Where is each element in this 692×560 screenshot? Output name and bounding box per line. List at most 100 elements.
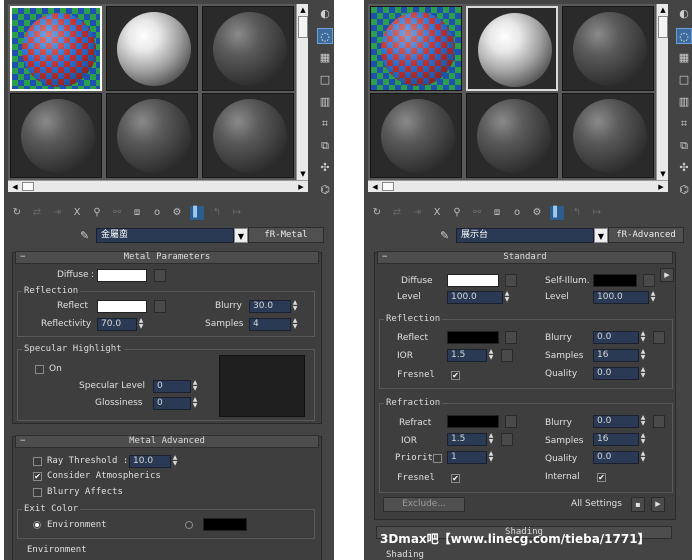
material-navigator-icon[interactable]: ⌬ (317, 182, 333, 198)
refr-ior-map-button[interactable] (501, 433, 513, 446)
internal-checkbox[interactable]: ✔ (597, 473, 606, 482)
background-checker-icon[interactable]: ▦ (317, 50, 333, 66)
scroll-right-icon[interactable]: ▶ (656, 182, 666, 192)
make-unique-icon[interactable]: ⚯ (470, 206, 484, 220)
scroll-up-icon[interactable]: ▲ (658, 5, 668, 15)
spinner-arrows-icon[interactable]: ▲ ▼ (291, 300, 299, 313)
ray-threshold-checkbox[interactable] (33, 457, 42, 466)
spinner-arrows-icon[interactable]: ▲ ▼ (503, 291, 511, 304)
show-map-icon[interactable]: ⚙ (530, 206, 544, 220)
sample-slot-1[interactable] (10, 6, 102, 91)
sample-slot-3[interactable] (562, 6, 654, 91)
environment-radio[interactable] (33, 521, 41, 529)
refr-samples-spinner[interactable]: 16 ▲ ▼ (593, 433, 645, 446)
refl-blurry-spinner[interactable]: 0.0 ▲ ▼ (593, 331, 645, 344)
sample-slot-5[interactable] (106, 93, 198, 178)
sample-slot-1[interactable] (370, 6, 462, 91)
reflect-color-swatch[interactable] (447, 331, 499, 344)
background-checker-icon[interactable]: ▦ (676, 50, 692, 66)
spinner-arrows-icon[interactable]: ▲ ▼ (639, 367, 647, 380)
get-material-icon[interactable]: ↻ (10, 206, 24, 220)
put-to-scene-icon[interactable]: ⇄ (390, 206, 404, 220)
scroll-down-icon[interactable]: ▼ (298, 169, 308, 179)
spinner-arrows-icon[interactable]: ▲ ▼ (191, 380, 199, 393)
scroll-left-icon[interactable]: ◀ (10, 182, 20, 192)
refl-fresnel-checkbox[interactable]: ✔ (451, 371, 460, 380)
make-copy-icon[interactable]: ⚲ (90, 206, 104, 220)
scroll-thumb[interactable] (382, 182, 394, 191)
diffuse-map-button[interactable] (154, 269, 166, 282)
glossiness-spinner[interactable]: 0 ▲ ▼ (153, 397, 197, 410)
vertical-scrollbar[interactable]: ▲ ▼ (296, 4, 308, 180)
sample-slot-5[interactable] (466, 93, 558, 178)
refl-ior-map-button[interactable] (501, 349, 513, 362)
go-forward-sibling-icon[interactable]: ↦ (590, 206, 604, 220)
sample-type-icon[interactable]: ◐ (317, 6, 333, 22)
assign-to-selection-icon[interactable]: ⇥ (410, 206, 424, 220)
sample-slot-3[interactable] (202, 6, 294, 91)
blurry-spinner[interactable]: 30.0 ▲ ▼ (249, 300, 297, 313)
sample-slot-2[interactable] (106, 6, 198, 91)
consider-atmospherics-checkbox[interactable]: ✔ (33, 472, 42, 481)
get-material-icon[interactable]: ↻ (370, 206, 384, 220)
exit-color-swatch[interactable] (203, 518, 247, 531)
refl-samples-spinner[interactable]: 16 ▲ ▼ (593, 349, 645, 362)
material-type-button[interactable]: fR-Metal (248, 227, 324, 243)
reflect-map-button[interactable] (505, 331, 517, 344)
show-map-icon[interactable]: ⚙ (170, 206, 184, 220)
spinner-arrows-icon[interactable]: ▲ ▼ (639, 433, 647, 446)
priority-checkbox[interactable] (433, 454, 442, 463)
sample-slot-4[interactable] (10, 93, 102, 178)
standard-header[interactable]: − Standard (377, 251, 673, 264)
refr-quality-spinner[interactable]: 0.0 ▲ ▼ (593, 451, 645, 464)
put-to-library-icon[interactable]: ⧈ (490, 206, 504, 220)
material-name-field[interactable]: 展示台 (456, 227, 594, 243)
spinner-arrows-icon[interactable]: ▲ ▼ (487, 349, 495, 362)
refl-blurry-map-button[interactable] (653, 331, 665, 344)
settings-arrow-icon[interactable]: ▶ (651, 497, 665, 512)
horizontal-scrollbar[interactable]: ◀ ▶ (368, 180, 668, 192)
spinner-arrows-icon[interactable]: ▲ ▼ (191, 397, 199, 410)
put-to-scene-icon[interactable]: ⇄ (30, 206, 44, 220)
go-forward-sibling-icon[interactable]: ↦ (230, 206, 244, 220)
refr-ior-spinner[interactable]: 1.5 ▲ ▼ (447, 433, 493, 446)
spinner-arrows-icon[interactable]: ▲ ▼ (171, 455, 179, 468)
spinner-arrows-icon[interactable]: ▲ ▼ (487, 451, 495, 464)
scroll-thumb[interactable] (298, 16, 308, 38)
spinner-arrows-icon[interactable]: ▲ ▼ (137, 318, 145, 331)
scroll-left-icon[interactable]: ◀ (370, 182, 380, 192)
make-copy-icon[interactable]: ⚲ (450, 206, 464, 220)
material-name-dropdown-icon[interactable]: ▼ (594, 227, 608, 243)
spinner-arrows-icon[interactable]: ▲ ▼ (649, 291, 657, 304)
sample-uv-icon[interactable]: □ (676, 72, 692, 88)
material-effects-channel-icon[interactable]: o (150, 206, 164, 220)
select-by-material-icon[interactable]: ✣ (676, 160, 692, 176)
make-preview-icon[interactable]: ⌗ (676, 116, 692, 132)
eyedropper-icon[interactable]: ✎ (80, 229, 96, 242)
refr-fresnel-checkbox[interactable]: ✔ (451, 474, 460, 483)
horizontal-scrollbar[interactable]: ◀ ▶ (8, 180, 308, 192)
sample-slot-2[interactable] (466, 6, 558, 91)
sample-uv-icon[interactable]: □ (317, 72, 333, 88)
material-type-button[interactable]: fR-Advanced (608, 227, 684, 243)
reset-map-button[interactable]: X (430, 206, 444, 220)
standard-more-icon[interactable]: ▶ (660, 268, 674, 282)
scroll-up-icon[interactable]: ▲ (298, 5, 308, 15)
options-icon[interactable]: ⧉ (676, 138, 692, 154)
sample-type-icon[interactable]: ◐ (676, 6, 692, 22)
scroll-down-icon[interactable]: ▼ (658, 169, 668, 179)
spinner-arrows-icon[interactable]: ▲ ▼ (639, 415, 647, 428)
eyedropper-icon[interactable]: ✎ (440, 229, 456, 242)
reflectivity-spinner[interactable]: 70.0 ▲ ▼ (97, 318, 143, 331)
scroll-thumb[interactable] (658, 16, 668, 38)
sample-slot-4[interactable] (370, 93, 462, 178)
refl-quality-spinner[interactable]: 0.0 ▲ ▼ (593, 367, 645, 380)
ray-threshold-spinner[interactable]: 10.0 ▲ ▼ (129, 455, 177, 468)
refl-ior-spinner[interactable]: 1.5 ▲ ▼ (447, 349, 493, 362)
assign-to-selection-icon[interactable]: ⇥ (50, 206, 64, 220)
sample-slot-6[interactable] (562, 93, 654, 178)
spinner-arrows-icon[interactable]: ▲ ▼ (487, 433, 495, 446)
save-settings-icon[interactable]: ▪ (631, 497, 645, 512)
spinner-arrows-icon[interactable]: ▲ ▼ (639, 451, 647, 464)
diffuse-level-spinner[interactable]: 100.0 ▲ ▼ (447, 291, 509, 304)
